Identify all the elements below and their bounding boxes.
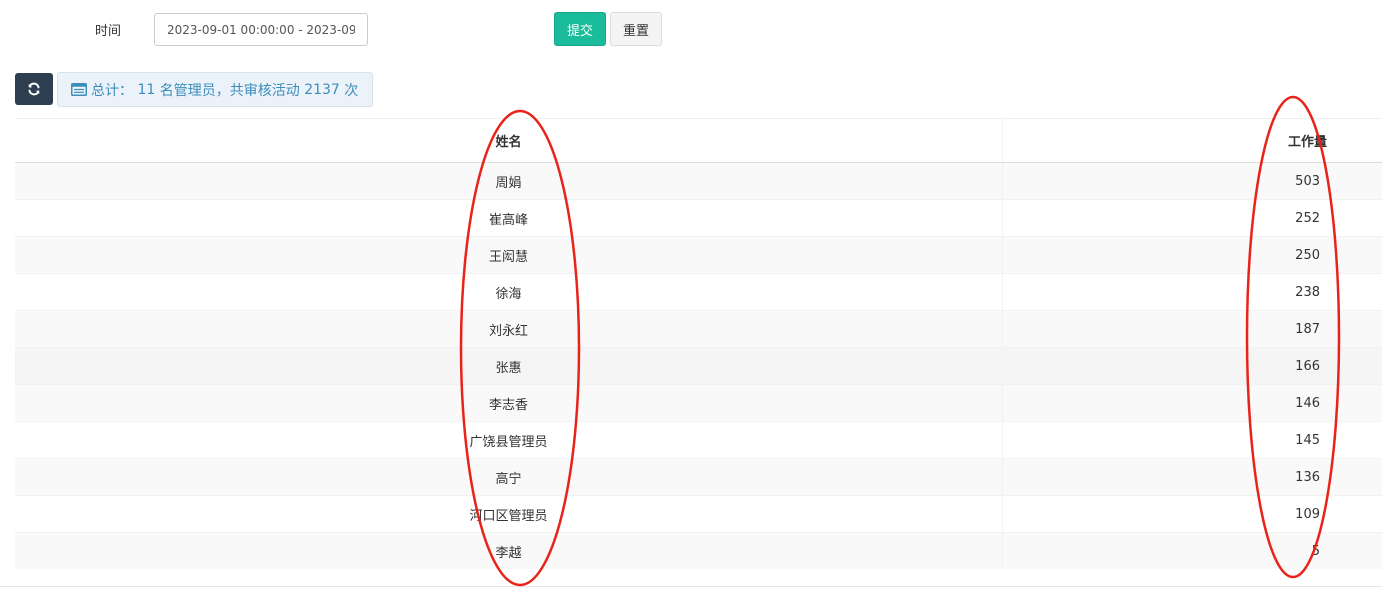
name-cell: 徐海 [15,273,1003,311]
submit-button[interactable]: 提交 [554,12,606,46]
workload-cell: 109 [1002,495,1382,533]
bottom-divider [0,586,1382,587]
workload-table: 姓名 工作量 周娟 503 崔高峰 252 王闳慧 250 徐海 238 刘永红 187 … [15,118,1382,569]
workload-cell: 503 [1002,162,1382,200]
admin-count: 11 [137,81,156,98]
admin-suffix: 名管理员，共审核活动 [159,82,300,99]
summary-prefix: 总计： [91,82,133,99]
name-cell: 崔高峰 [15,199,1003,237]
table-row: 刘永红 187 [15,310,1382,348]
table-row: 崔高峰 252 [15,199,1382,237]
name-cell: 周娟 [15,162,1003,200]
table-row: 广饶县管理员 145 [15,421,1382,459]
workload-cell: 136 [1002,458,1382,496]
workload-cell: 5 [1002,532,1382,569]
date-range-input[interactable] [154,13,368,46]
workload-cell: 166 [1002,347,1382,385]
table-row: 周娟 503 [15,162,1382,200]
table-row: 李志香 146 [15,384,1382,422]
table-row: 李越 5 [15,532,1382,569]
table-header-row: 姓名 工作量 [15,118,1382,163]
list-icon [71,83,87,96]
column-header-name[interactable]: 姓名 [15,118,1003,163]
table-row: 张惠 166 [15,347,1382,385]
table-row: 王闳慧 250 [15,236,1382,274]
name-cell: 广饶县管理员 [15,421,1003,459]
workload-cell: 146 [1002,384,1382,422]
table-row: 河口区管理员 109 [15,495,1382,533]
table-row: 徐海 238 [15,273,1382,311]
refresh-button[interactable] [15,73,53,105]
name-cell: 河口区管理员 [15,495,1003,533]
name-cell: 李越 [15,532,1003,569]
workload-cell: 145 [1002,421,1382,459]
refresh-icon [27,82,41,96]
name-cell: 李志香 [15,384,1003,422]
column-header-workload[interactable]: 工作量 [1002,118,1382,163]
workload-cell: 238 [1002,273,1382,311]
name-cell: 刘永红 [15,310,1003,348]
table-row: 高宁 136 [15,458,1382,496]
name-cell: 王闳慧 [15,236,1003,274]
reset-button[interactable]: 重置 [610,12,662,46]
activity-suffix: 次 [344,82,359,99]
workload-cell: 252 [1002,199,1382,237]
name-cell: 张惠 [15,347,1003,385]
workload-cell: 250 [1002,236,1382,274]
summary-badge: 总计： 11 名管理员，共审核活动 2137 次 [57,72,373,107]
time-filter-label: 时间 [95,24,122,39]
name-cell: 高宁 [15,458,1003,496]
workload-cell: 187 [1002,310,1382,348]
activity-count: 2137 [304,81,340,98]
